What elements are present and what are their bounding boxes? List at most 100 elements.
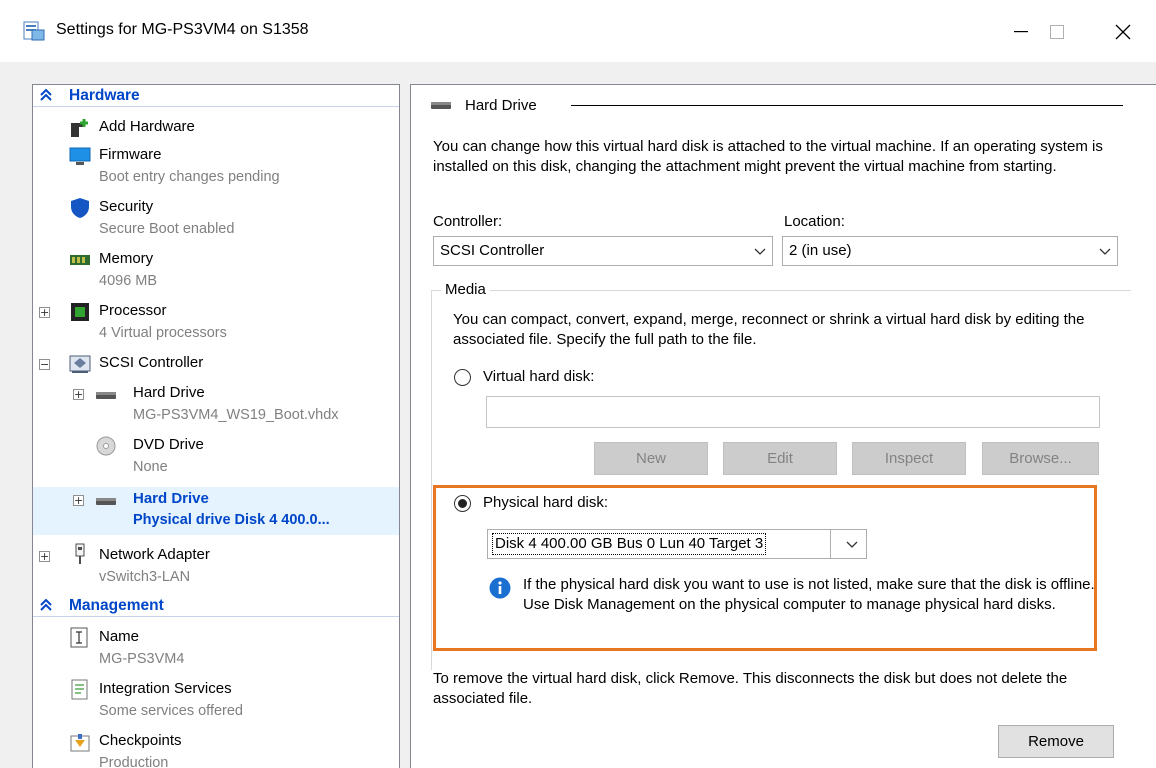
- scsi-controller-icon: [69, 355, 91, 373]
- management-header-label: Management: [69, 597, 164, 614]
- checkpoints-icon: [70, 734, 90, 752]
- sidebar-item-integration-services[interactable]: Integration Services Some services offer…: [33, 677, 399, 725]
- location-value: 2 (in use): [789, 242, 852, 259]
- header-rule: [33, 106, 399, 107]
- sidebar-item-sublabel: Physical drive Disk 4 400.0...: [133, 512, 330, 528]
- sidebar-item-sublabel: MG-PS3VM4_WS19_Boot.vhdx: [133, 407, 339, 423]
- inspect-button[interactable]: Inspect: [852, 442, 966, 475]
- sidebar-item-add-hardware[interactable]: Add Hardware: [33, 115, 399, 141]
- sidebar-item-label: Integration Services: [99, 680, 232, 697]
- sidebar-item-sublabel: None: [133, 459, 168, 475]
- virtual-hard-disk-radio[interactable]: [454, 369, 471, 386]
- physical-disk-dropdown[interactable]: Disk 4 400.00 GB Bus 0 Lun 40 Target 3: [487, 529, 867, 559]
- sidebar-item-label: Processor: [99, 302, 167, 319]
- sidebar-item-label: Firmware: [99, 146, 162, 163]
- sidebar-item-firmware[interactable]: Firmware Boot entry changes pending: [33, 143, 399, 191]
- new-button[interactable]: New: [594, 442, 708, 475]
- sidebar-item-memory[interactable]: Memory 4096 MB: [33, 247, 399, 295]
- group-header-rule: [411, 95, 1156, 115]
- hardware-section-header[interactable]: Hardware: [33, 85, 399, 107]
- media-description: You can compact, convert, expand, merge,…: [453, 311, 1085, 348]
- collapse-minus-icon[interactable]: −: [39, 359, 50, 370]
- collapse-chevron-icon: [40, 88, 52, 101]
- add-hardware-icon: [71, 119, 88, 137]
- physical-hard-disk-label: Physical hard disk:: [483, 494, 609, 511]
- maximize-button[interactable]: [1032, 12, 1082, 52]
- remove-instructions: To remove the virtual hard disk, click R…: [433, 670, 1068, 707]
- hard-drive-icon: [96, 392, 116, 399]
- title-bar: Settings for MG-PS3VM4 on S1358: [0, 0, 1156, 62]
- memory-chip-icon: [70, 255, 90, 265]
- sidebar-item-sublabel: Boot entry changes pending: [99, 169, 280, 185]
- media-label: Media: [441, 281, 490, 298]
- sidebar-item-label: Security: [99, 198, 154, 215]
- sidebar-item-processor[interactable]: + Processor 4 Virtual processors: [33, 299, 399, 347]
- browse-button[interactable]: Browse...: [982, 442, 1099, 475]
- sidebar-item-label: Add Hardware: [99, 118, 195, 135]
- collapse-chevron-icon: [40, 598, 52, 611]
- sidebar-item-label: Hard Drive: [133, 490, 209, 507]
- expand-plus-icon[interactable]: +: [39, 307, 50, 318]
- sidebar-item-sublabel: Secure Boot enabled: [99, 221, 235, 237]
- close-button[interactable]: [1098, 12, 1148, 52]
- intro-text: You can change how this virtual hard dis…: [433, 138, 1103, 175]
- management-section-header[interactable]: Management: [33, 595, 399, 617]
- integration-services-icon: [71, 679, 88, 700]
- chevron-down-icon: [846, 541, 858, 548]
- sidebar-item-hard-drive-physical[interactable]: + Hard Drive Physical drive Disk 4 400.0…: [33, 487, 399, 535]
- processor-icon: [71, 303, 89, 321]
- dropdown-separator: [830, 530, 831, 558]
- sidebar-item-sublabel: vSwitch3-LAN: [99, 569, 191, 585]
- window-title: Settings for MG-PS3VM4 on S1358: [56, 21, 309, 38]
- sidebar-item-label: Checkpoints: [99, 732, 182, 749]
- network-adapter-icon: [75, 543, 85, 564]
- hardware-header-label: Hardware: [69, 87, 140, 104]
- settings-app-icon: [23, 21, 45, 41]
- sidebar-item-label: Hard Drive: [133, 384, 205, 401]
- edit-button[interactable]: Edit: [723, 442, 837, 475]
- sidebar-item-name[interactable]: Name MG-PS3VM4: [33, 625, 399, 673]
- sidebar-item-dvd-drive[interactable]: DVD Drive None: [33, 433, 399, 481]
- monitor-icon: [69, 147, 91, 165]
- location-dropdown[interactable]: 2 (in use): [782, 236, 1118, 266]
- sidebar-item-sublabel: 4096 MB: [99, 273, 158, 289]
- sidebar-item-hard-drive-vhdx[interactable]: + Hard Drive MG-PS3VM4_WS19_Boot.vhdx: [33, 381, 399, 429]
- controller-value: SCSI Controller: [440, 242, 545, 259]
- info-icon: [489, 577, 511, 599]
- sidebar-item-label: Name: [99, 628, 140, 645]
- location-label: Location:: [784, 213, 845, 230]
- expand-plus-icon[interactable]: +: [39, 551, 50, 562]
- name-text-cursor-icon: [70, 627, 88, 648]
- group-title-rule: [571, 105, 1123, 106]
- sidebar-item-scsi-controller[interactable]: − SCSI Controller: [33, 351, 399, 377]
- settings-tree: Hardware Add Hardware Firmware Boot entr…: [32, 84, 400, 768]
- expand-plus-icon[interactable]: +: [73, 495, 84, 506]
- sidebar-item-security[interactable]: Security Secure Boot enabled: [33, 195, 399, 243]
- sidebar-item-label: Network Adapter: [99, 546, 210, 563]
- minimize-icon: [1014, 31, 1028, 33]
- dvd-disc-icon: [96, 436, 116, 456]
- maximize-icon: [1050, 25, 1064, 39]
- sidebar-item-sublabel: MG-PS3VM4: [99, 651, 185, 667]
- vhd-path-input[interactable]: [486, 396, 1100, 428]
- sidebar-item-sublabel: Some services offered: [99, 703, 243, 719]
- virtual-hard-disk-label: Virtual hard disk:: [483, 368, 595, 385]
- physical-hard-disk-radio[interactable]: [454, 495, 471, 512]
- sidebar-item-network-adapter[interactable]: + Network Adapter vSwitch3-LAN: [33, 543, 399, 591]
- remove-button[interactable]: Remove: [998, 725, 1114, 758]
- chevron-down-icon: [1099, 248, 1111, 255]
- controller-dropdown[interactable]: SCSI Controller: [433, 236, 773, 266]
- sidebar-item-checkpoints[interactable]: Checkpoints Production: [33, 729, 399, 768]
- header-rule: [33, 616, 399, 617]
- hard-drive-icon: [96, 498, 116, 505]
- sidebar-item-label: DVD Drive: [133, 436, 204, 453]
- sidebar-item-label: SCSI Controller: [99, 354, 204, 371]
- controller-label: Controller:: [433, 213, 503, 230]
- info-text: If the physical hard disk you want to us…: [523, 576, 1095, 613]
- close-icon: [1115, 24, 1131, 40]
- hard-drive-settings-panel: Hard Drive You can change how this virtu…: [410, 84, 1156, 768]
- chevron-down-icon: [754, 248, 766, 255]
- expand-plus-icon[interactable]: +: [73, 389, 84, 400]
- sidebar-item-label: Memory: [99, 250, 154, 267]
- sidebar-item-sublabel: 4 Virtual processors: [99, 325, 227, 341]
